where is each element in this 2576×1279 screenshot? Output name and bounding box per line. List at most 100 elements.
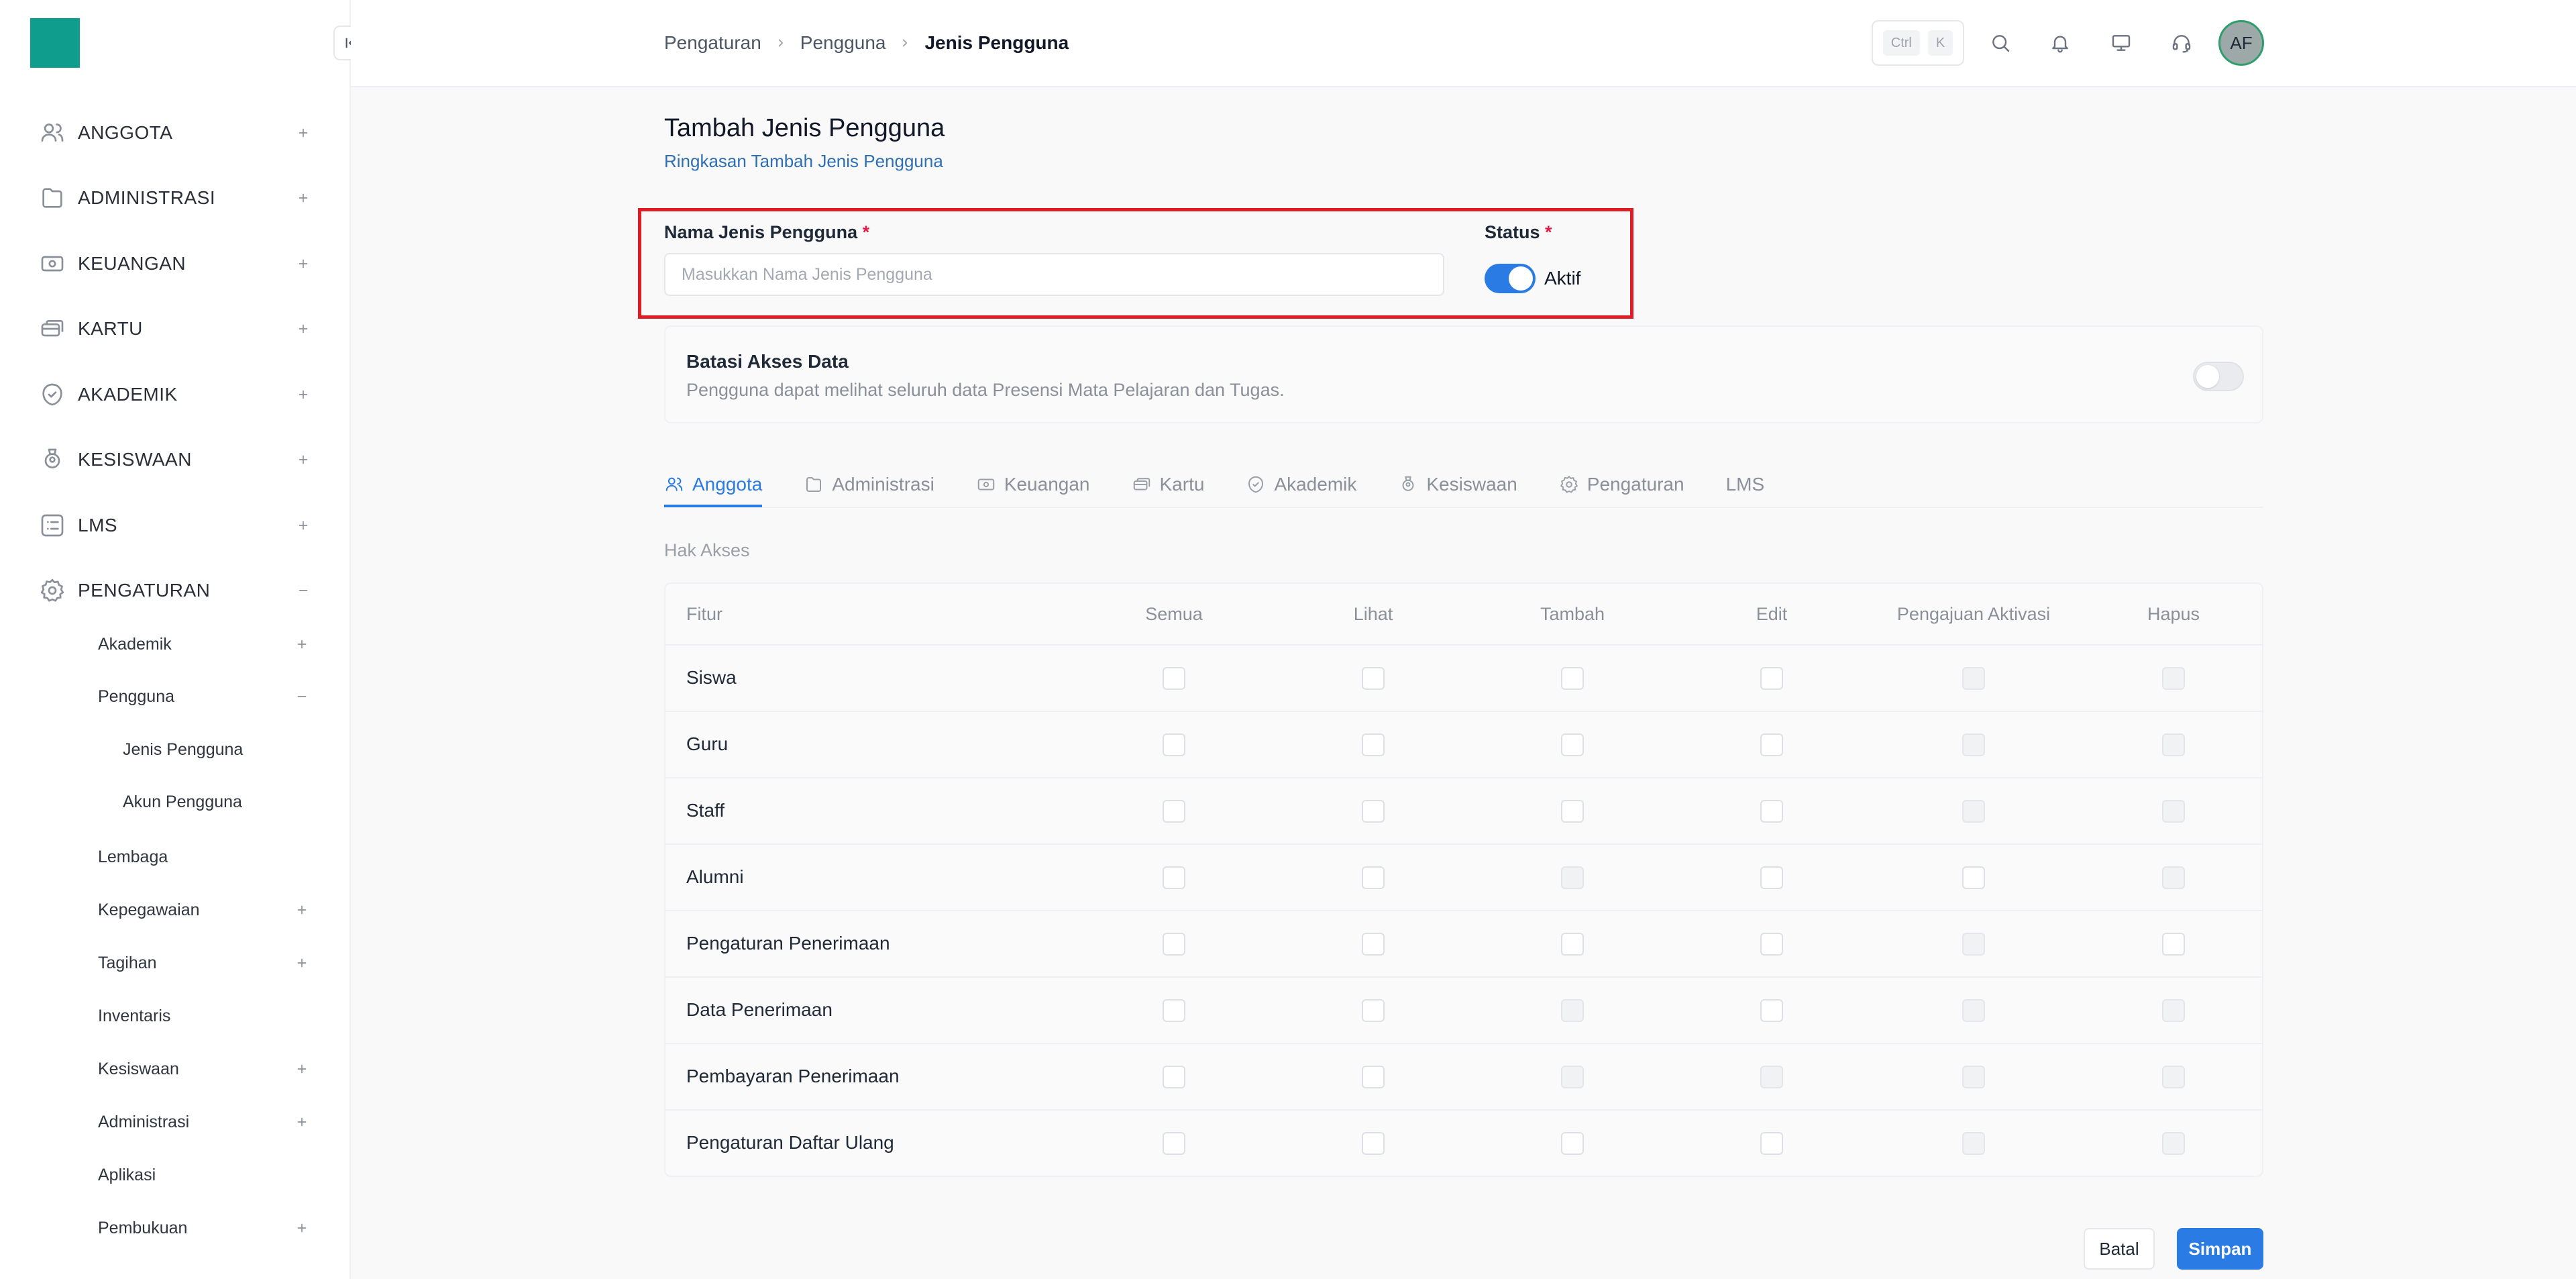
name-input[interactable] [664, 253, 1444, 296]
checkbox-semua[interactable] [1163, 667, 1185, 690]
breadcrumb-item-pengguna[interactable]: Pengguna [800, 32, 886, 54]
sidebar-subitem-kesiswaan[interactable]: Kesiswaan [98, 1052, 313, 1086]
tab-kesiswaan[interactable]: Kesiswaan [1398, 463, 1517, 506]
plus-icon[interactable] [291, 633, 313, 655]
sidebar-item-lms[interactable]: LMS [39, 507, 314, 544]
checkbox-edit[interactable] [1760, 667, 1783, 690]
tab-lms[interactable]: LMS [1726, 463, 1765, 506]
sidebar-item-kesiswaan[interactable]: KESISWAAN [39, 441, 314, 478]
headset-icon[interactable] [2167, 28, 2196, 58]
checkbox-semua[interactable] [1163, 800, 1185, 823]
command-palette-shortcut[interactable]: Ctrl K [1872, 20, 1964, 66]
checkbox-lihat[interactable] [1362, 667, 1385, 690]
sidebar-subitem-administrasi[interactable]: Administrasi [98, 1105, 313, 1139]
checkbox-lihat[interactable] [1362, 933, 1385, 956]
bell-icon[interactable] [2045, 28, 2075, 58]
checkbox-semua[interactable] [1163, 866, 1185, 889]
checkbox-edit[interactable] [1760, 1132, 1783, 1155]
sidebar-subitem-label: Lembaga [98, 847, 168, 866]
plus-icon[interactable] [291, 1058, 313, 1080]
checkbox-pengajuan-aktivasi[interactable] [1962, 866, 1985, 889]
plus-icon[interactable] [292, 187, 314, 209]
checkbox-lihat[interactable] [1362, 1132, 1385, 1155]
checkbox-lihat[interactable] [1362, 1066, 1385, 1088]
tab-akademik[interactable]: Akademik [1246, 463, 1356, 506]
cancel-button[interactable]: Batal [2084, 1228, 2155, 1270]
sidebar-subitem-tagihan[interactable]: Tagihan [98, 946, 313, 980]
sidebar-subitem-pembukuan[interactable]: Pembukuan [98, 1211, 313, 1245]
checkbox-tambah[interactable] [1561, 733, 1584, 756]
sidebar-item-pengaturan[interactable]: PENGATURAN [39, 572, 314, 609]
plus-icon[interactable] [292, 122, 314, 144]
checkbox-hapus [2162, 733, 2185, 756]
checkbox-semua[interactable] [1163, 733, 1185, 756]
tab-pengaturan[interactable]: Pengaturan [1559, 463, 1684, 506]
minus-icon[interactable] [291, 686, 313, 707]
checkbox-lihat[interactable] [1362, 800, 1385, 823]
plus-icon[interactable] [291, 1111, 313, 1133]
plus-icon[interactable] [292, 318, 314, 340]
checkbox-edit[interactable] [1760, 933, 1783, 956]
feature-name: Pengaturan Daftar Ulang [686, 1132, 894, 1153]
breadcrumb-item-pengaturan[interactable]: Pengaturan [664, 32, 761, 54]
sidebar-subitem-akademik[interactable]: Akademik [98, 627, 313, 661]
tab-keuangan[interactable]: Keuangan [976, 463, 1090, 506]
sidebar-subitem-aplikasi[interactable]: Aplikasi [98, 1158, 313, 1192]
checkbox-lihat[interactable] [1362, 733, 1385, 756]
checkbox-edit[interactable] [1760, 999, 1783, 1022]
sidebar-item-anggota[interactable]: ANGGOTA [39, 114, 314, 152]
app-logo[interactable] [30, 18, 80, 68]
sidebar-subitem-akun-pengguna[interactable]: Akun Pengguna [123, 785, 311, 819]
checkbox-edit[interactable] [1760, 866, 1783, 889]
plus-icon[interactable] [292, 384, 314, 405]
sidebar-item-akademik[interactable]: AKADEMIK [39, 376, 314, 413]
sidebar-subitem-jenis-pengguna[interactable]: Jenis Pengguna [123, 733, 311, 766]
student-badge-icon [39, 446, 66, 473]
checkbox-semua[interactable] [1163, 1066, 1185, 1088]
tab-anggota[interactable]: Anggota [664, 463, 763, 507]
checkbox-hapus[interactable] [2162, 933, 2185, 956]
checkbox-edit[interactable] [1760, 800, 1783, 823]
checkbox-tambah[interactable] [1561, 933, 1584, 956]
checkbox-semua[interactable] [1163, 933, 1185, 956]
checkbox-tambah[interactable] [1561, 1132, 1584, 1155]
tab-administrasi[interactable]: Administrasi [804, 463, 934, 506]
status-toggle[interactable] [1485, 264, 1536, 293]
save-button[interactable]: Simpan [2177, 1228, 2263, 1270]
chevron-right-icon [775, 37, 787, 49]
plus-icon[interactable] [292, 253, 314, 274]
tab-label: Kesiswaan [1426, 474, 1517, 495]
checkbox-edit[interactable] [1760, 733, 1783, 756]
checkbox-hapus [2162, 999, 2185, 1022]
checkbox-lihat[interactable] [1362, 866, 1385, 889]
checkbox-lihat[interactable] [1362, 999, 1385, 1022]
toggle-knob [2196, 365, 2219, 388]
checkbox-semua[interactable] [1163, 1132, 1185, 1155]
tab-kartu[interactable]: Kartu [1132, 463, 1204, 506]
sidebar-item-kartu[interactable]: KARTU [39, 310, 314, 348]
name-field-label: Nama Jenis Pengguna * [664, 222, 870, 242]
chevron-right-icon [899, 37, 911, 49]
plus-icon[interactable] [291, 952, 313, 974]
plus-icon[interactable] [292, 449, 314, 470]
monitor-icon[interactable] [2106, 28, 2136, 58]
plus-icon[interactable] [291, 1217, 313, 1239]
sidebar-subitem-lembaga[interactable]: Lembaga [98, 840, 313, 874]
sidebar-item-administrasi[interactable]: ADMINISTRASI [39, 179, 314, 217]
checkbox-semua[interactable] [1163, 999, 1185, 1022]
sidebar-subitem-label: Akademik [98, 634, 172, 654]
checkbox-tambah[interactable] [1561, 667, 1584, 690]
search-icon[interactable] [1986, 28, 2015, 58]
sidebar-subitem-pengguna[interactable]: Pengguna [98, 680, 313, 713]
restrict-access-toggle[interactable] [2193, 362, 2244, 391]
plus-icon[interactable] [292, 515, 314, 536]
plus-icon[interactable] [291, 899, 313, 921]
checkbox-tambah[interactable] [1561, 800, 1584, 823]
sidebar-item-keuangan[interactable]: KEUANGAN [39, 245, 314, 283]
breadcrumb-item-current: Jenis Pengguna [924, 32, 1069, 53]
sidebar-subitem-inventaris[interactable]: Inventaris [98, 999, 313, 1033]
table-row: Data Penerimaan [665, 978, 2262, 1044]
avatar[interactable]: AF [2218, 20, 2264, 66]
minus-icon[interactable] [292, 580, 314, 601]
sidebar-subitem-kepegawaian[interactable]: Kepegawaian [98, 893, 313, 927]
